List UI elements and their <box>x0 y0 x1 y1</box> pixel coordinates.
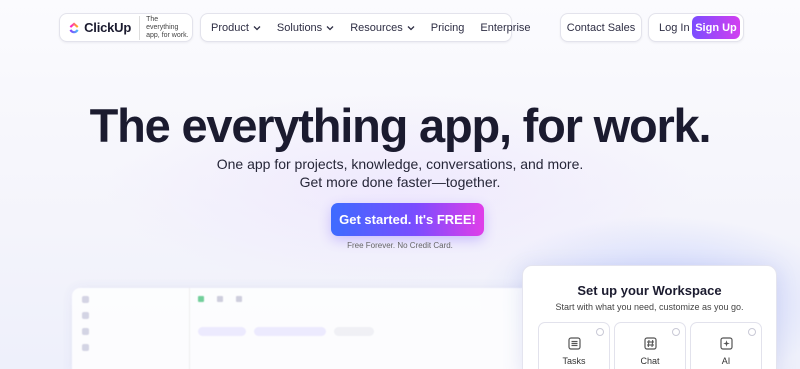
preview-sidebar-item <box>82 312 179 319</box>
app-preview-screenshot <box>72 288 542 369</box>
checkbox[interactable] <box>596 328 604 336</box>
menu-item-solutions[interactable]: Solutions <box>277 22 334 34</box>
workspace-option-chat[interactable]: Chat <box>614 322 686 369</box>
preview-workspace <box>82 296 179 303</box>
option-label: Chat <box>640 356 660 366</box>
hero-subtitle-line1: One app for projects, knowledge, convers… <box>216 156 584 172</box>
menu-item-label: Resources <box>350 21 403 34</box>
menu-item-label: Enterprise <box>480 21 531 34</box>
chevron-down-icon <box>253 25 261 30</box>
tasks-icon <box>568 337 581 350</box>
preview-sidebar <box>72 288 190 369</box>
logo-pill[interactable]: ClickUp The everything app, for work. <box>59 13 193 42</box>
option-label: Tasks <box>562 356 586 366</box>
chevron-down-icon <box>326 25 334 30</box>
menu-item-label: Solutions <box>276 21 323 34</box>
menu-item-resources[interactable]: Resources <box>350 22 415 34</box>
ai-icon <box>720 337 733 350</box>
workspace-option-tasks[interactable]: Tasks <box>538 322 610 369</box>
option-label: AI <box>721 356 731 366</box>
main-menu: Product Solutions Resources Pricing Ente… <box>200 13 531 42</box>
preview-filters <box>198 327 534 336</box>
menu-item-pricing[interactable]: Pricing <box>431 22 465 34</box>
clickup-logo-icon <box>69 22 79 33</box>
menu-item-label: Product <box>211 21 249 34</box>
preview-main <box>198 296 534 336</box>
home-icon <box>82 312 89 319</box>
logo-wordmark: ClickUp <box>84 20 132 35</box>
docs-icon <box>82 344 89 351</box>
free-forever-note: Free Forever. No Credit Card. <box>347 241 453 250</box>
logo-tagline: The everything app, for work. <box>139 15 192 40</box>
chat-icon <box>644 337 657 350</box>
checkbox[interactable] <box>748 328 756 336</box>
auth-group: Log In Sign Up <box>648 13 744 42</box>
workspace-option-ai[interactable]: AI <box>690 322 762 369</box>
workspace-icon <box>82 296 89 303</box>
workspace-card-subtitle: Start with what you need, customize as y… <box>555 302 744 312</box>
workspace-card-title: Set up your Workspace <box>577 283 722 298</box>
login-link[interactable]: Log In <box>659 22 690 34</box>
menu-item-label: Pricing <box>430 21 465 34</box>
hero-subtitle-line2: Get more done faster—together. <box>299 174 501 190</box>
preview-sidebar-item <box>82 328 179 335</box>
preview-sidebar-item <box>82 344 179 351</box>
contact-sales-label: Contact Sales <box>566 21 636 34</box>
menu-item-enterprise[interactable]: Enterprise <box>480 22 530 34</box>
contact-sales-button[interactable]: Contact Sales <box>560 13 642 42</box>
menu-item-product[interactable]: Product <box>211 22 261 34</box>
chevron-down-icon <box>407 25 415 30</box>
get-started-button[interactable]: Get started. It's FREE! <box>331 203 484 236</box>
workspace-setup-card: Set up your Workspace Start with what yo… <box>522 265 777 369</box>
checkbox[interactable] <box>672 328 680 336</box>
hero-title: The everything app, for work. <box>89 99 712 152</box>
preview-breadcrumb <box>198 296 534 302</box>
signup-button[interactable]: Sign Up <box>692 16 740 39</box>
inbox-icon <box>82 328 89 335</box>
